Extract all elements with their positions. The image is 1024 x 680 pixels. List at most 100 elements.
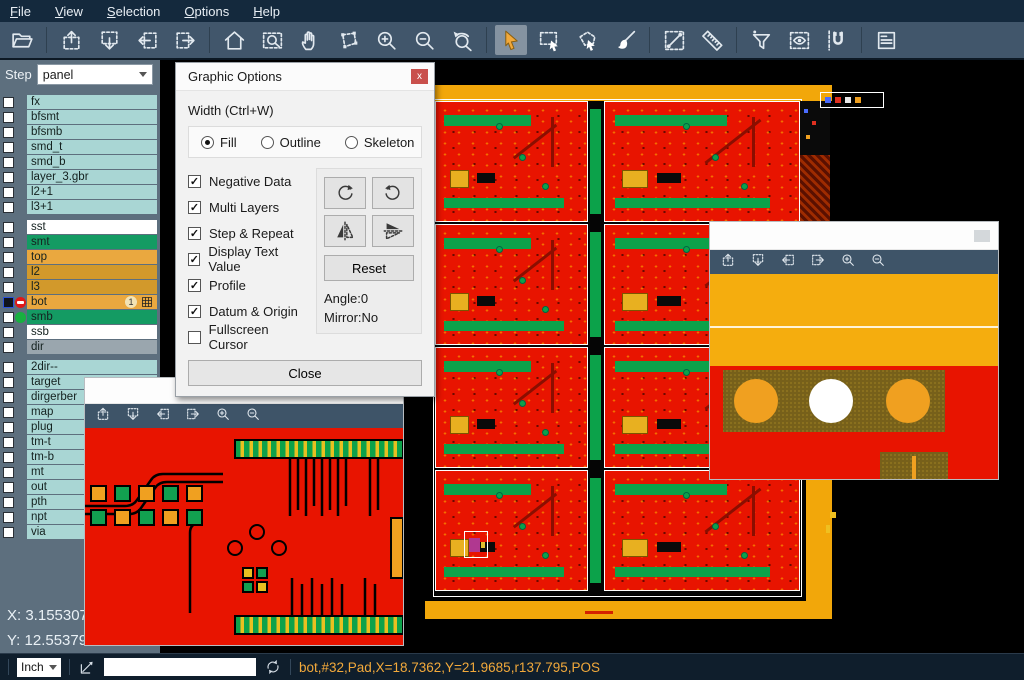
layer-checkbox[interactable] — [3, 422, 14, 433]
layer-checkbox[interactable] — [3, 437, 14, 448]
pan-left-button[interactable] — [131, 25, 163, 55]
pan-right-button[interactable] — [185, 406, 201, 427]
zoom-out-button[interactable] — [870, 252, 886, 273]
layer-name[interactable]: smd_b — [27, 155, 157, 169]
pan-left-button[interactable] — [780, 252, 796, 273]
zoom-previous-button[interactable] — [446, 25, 478, 55]
layer-checkbox[interactable] — [3, 342, 14, 353]
pan-right-button[interactable] — [810, 252, 826, 273]
layer-checkbox[interactable] — [3, 482, 14, 493]
layer-checkbox[interactable] — [3, 252, 14, 263]
pan-up-button[interactable] — [720, 252, 736, 273]
mirror-vertical-button[interactable] — [372, 215, 414, 247]
layer-name[interactable]: bfsmt — [27, 110, 157, 124]
mirror-horizontal-button[interactable] — [324, 215, 366, 247]
magnifier-window-bottom[interactable] — [85, 378, 403, 645]
layer-checkbox[interactable] — [3, 392, 14, 403]
layer-checkbox[interactable] — [3, 127, 14, 138]
checkbox-datum-origin[interactable]: ✓Datum & Origin — [188, 298, 308, 324]
layer-checkbox[interactable] — [3, 407, 14, 418]
measure-distance-button[interactable] — [658, 25, 690, 55]
layer-checkbox[interactable] — [3, 112, 14, 123]
layer-checkbox[interactable] — [3, 297, 14, 308]
pan-up-button[interactable] — [95, 406, 111, 427]
command-input[interactable] — [104, 658, 256, 676]
zoom-window-button[interactable] — [256, 25, 288, 55]
sync-icon[interactable] — [264, 658, 282, 676]
measure-ruler-button[interactable] — [696, 25, 728, 55]
rotate-ccw-button[interactable] — [372, 177, 414, 209]
layer-checkbox[interactable] — [3, 377, 14, 388]
reset-button[interactable]: Reset — [324, 255, 414, 281]
layer-checkbox[interactable] — [3, 142, 14, 153]
layers-panel-button[interactable] — [870, 25, 902, 55]
snap-button[interactable] — [821, 25, 853, 55]
menu-item-help[interactable]: Help — [253, 4, 280, 19]
checkbox-multi-layers[interactable]: ✓Multi Layers — [188, 194, 308, 220]
magnifier-window-top[interactable] — [710, 222, 998, 479]
layer-name[interactable]: bfsmb — [27, 125, 157, 139]
pan-right-button[interactable] — [169, 25, 201, 55]
layer-name[interactable]: l3+1 — [27, 200, 157, 214]
layer-name[interactable]: sst — [27, 220, 157, 234]
zoom-in-button[interactable] — [840, 252, 856, 273]
grid-icon[interactable] — [141, 296, 153, 308]
open-folder-button[interactable] — [6, 25, 38, 55]
layer-checkbox[interactable] — [3, 312, 14, 323]
zoom-out-button[interactable] — [408, 25, 440, 55]
menu-item-file[interactable]: File — [10, 4, 31, 19]
layer-name[interactable]: ssb — [27, 325, 157, 339]
menu-item-selection[interactable]: Selection — [107, 4, 160, 19]
layer-checkbox[interactable] — [3, 237, 14, 248]
unit-select[interactable]: Inch — [17, 658, 61, 677]
magnifier-title-bar[interactable] — [710, 222, 998, 250]
layer-checkbox[interactable] — [3, 157, 14, 168]
dialog-title-bar[interactable]: Graphic Options x — [176, 63, 434, 91]
select-cursor-button[interactable] — [495, 25, 527, 55]
layer-name[interactable]: smd_t — [27, 140, 157, 154]
checkbox-negative-data[interactable]: ✓Negative Data — [188, 168, 308, 194]
layer-name[interactable]: layer_3.gbr — [27, 170, 157, 184]
select-polygon-button[interactable] — [571, 25, 603, 55]
checkbox-fullscreen-cursor[interactable]: Fullscreen Cursor — [188, 324, 308, 350]
checkbox-step-repeat[interactable]: ✓Step & Repeat — [188, 220, 308, 246]
pan-left-button[interactable] — [155, 406, 171, 427]
close-icon[interactable]: x — [411, 69, 428, 84]
layer-name[interactable]: l3 — [27, 280, 157, 294]
pan-hand-button[interactable] — [294, 25, 326, 55]
layer-name[interactable]: bot1 — [27, 295, 157, 309]
layer-name[interactable]: dir — [27, 340, 157, 354]
layer-checkbox[interactable] — [3, 467, 14, 478]
menu-item-options[interactable]: Options — [184, 4, 229, 19]
layer-checkbox[interactable] — [3, 97, 14, 108]
layer-name[interactable]: 2dir-- — [27, 360, 157, 374]
layer-checkbox[interactable] — [3, 267, 14, 278]
layer-checkbox[interactable] — [3, 497, 14, 508]
filter-button[interactable] — [745, 25, 777, 55]
layer-checkbox[interactable] — [3, 362, 14, 373]
magnifier-view[interactable] — [710, 274, 998, 479]
pan-down-button[interactable] — [125, 406, 141, 427]
rotate-cw-button[interactable] — [324, 177, 366, 209]
pan-down-button[interactable] — [750, 252, 766, 273]
select-rect-button[interactable] — [533, 25, 565, 55]
zoom-out-button[interactable] — [245, 406, 261, 427]
checkbox-profile[interactable]: ✓Profile — [188, 272, 308, 298]
layer-name[interactable]: smb — [27, 310, 157, 324]
zoom-in-button[interactable] — [370, 25, 402, 55]
corner-angle-icon[interactable] — [78, 658, 96, 676]
step-select[interactable]: panel — [37, 64, 153, 85]
radio-fill[interactable]: Fill — [201, 135, 237, 150]
checkbox-display-text-value[interactable]: ✓Display Text Value — [188, 246, 308, 272]
magnifier-view[interactable] — [85, 428, 403, 645]
layer-checkbox[interactable] — [3, 172, 14, 183]
layer-name[interactable]: l2+1 — [27, 185, 157, 199]
window-button-icon[interactable] — [974, 230, 990, 242]
layer-name[interactable]: top — [27, 250, 157, 264]
layer-name[interactable]: fx — [27, 95, 157, 109]
home-button[interactable] — [218, 25, 250, 55]
layer-name[interactable]: smt — [27, 235, 157, 249]
radio-skeleton[interactable]: Skeleton — [345, 135, 415, 150]
view-options-button[interactable] — [783, 25, 815, 55]
layer-checkbox[interactable] — [3, 452, 14, 463]
